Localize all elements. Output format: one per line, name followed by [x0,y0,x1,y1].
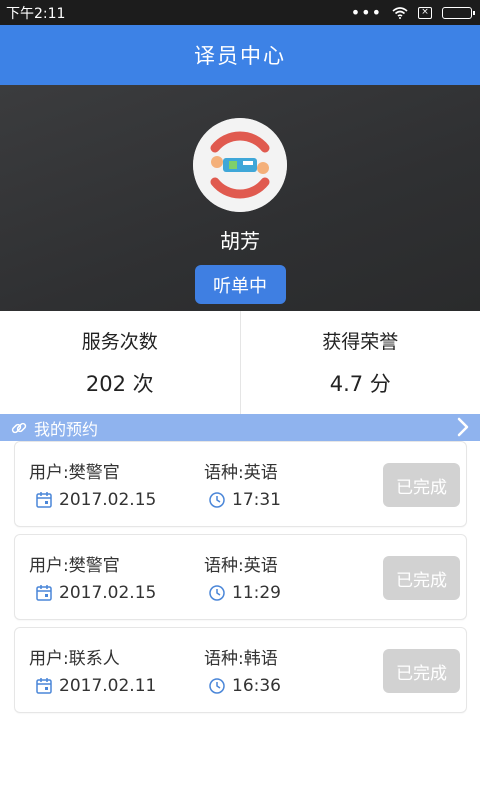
completed-button[interactable]: 已完成 [383,556,460,600]
appointment-language: 语种:英语 [204,463,278,483]
date-text: 2017.02.15 [59,583,157,603]
status-time: 下午2:11 [6,5,66,22]
time-text: 11:29 [232,583,281,603]
clock-icon [209,492,225,508]
status-icons: ••• × [350,2,475,22]
appointment-date: 2017.02.11 [35,676,156,696]
my-appointments-header[interactable]: 我的预约 [0,414,480,441]
no-sim-icon: × [418,6,432,19]
status-bar: 下午2:11 ••• × [0,0,480,25]
appointment-language: 语种:英语 [204,556,278,576]
appointment-list: 用户:樊警官 语种:英语 2017.02.15 17:31 已完成 用户:樊警官… [14,441,467,720]
appointment-card[interactable]: 用户:樊警官 语种:英语 2017.02.15 11:29 已完成 [14,534,467,620]
stats-panel: 服务次数 202 次 获得荣誉 4.7 分 [0,311,480,414]
wifi-icon [392,6,408,19]
stat-label: 获得荣誉 [322,331,399,353]
stat-rating: 获得荣誉 4.7 分 [241,311,480,414]
appointment-user: 用户:联系人 [29,649,120,669]
user-name: 胡芳 [220,229,260,253]
appointment-date: 2017.02.15 [35,583,156,603]
appointment-language: 语种:韩语 [204,649,278,669]
page-title: 译员中心 [194,44,286,68]
stat-service-count: 服务次数 202 次 [0,311,241,414]
time-text: 16:36 [232,676,281,696]
appointment-card[interactable]: 用户:联系人 语种:韩语 2017.02.11 16:36 已完成 [14,627,467,713]
title-bar: 译员中心 [0,25,480,85]
appointment-user: 用户:樊警官 [29,556,120,576]
calendar-icon [36,492,52,508]
link-icon [10,419,28,437]
appointment-card[interactable]: 用户:樊警官 语种:英语 2017.02.15 17:31 已完成 [14,441,467,527]
avatar[interactable] [193,118,287,212]
section-title: 我的预约 [34,419,99,439]
stat-value: 4.7 分 [329,372,391,396]
clock-icon [209,678,225,694]
date-text: 2017.02.11 [59,676,157,696]
appointment-time: 11:29 [208,583,281,603]
chevron-right-icon[interactable] [456,416,470,442]
calendar-icon [36,585,52,601]
completed-button[interactable]: 已完成 [383,649,460,693]
appointment-time: 17:31 [208,490,281,510]
profile-panel: 胡芳 听单中 [0,85,480,311]
time-text: 17:31 [232,490,281,510]
completed-button[interactable]: 已完成 [383,463,460,507]
battery-icon [442,6,475,19]
handshake-logo-icon [193,118,287,212]
listening-status-button[interactable]: 听单中 [194,265,286,304]
appointment-date: 2017.02.15 [35,490,156,510]
stat-value: 202 次 [85,372,154,396]
appointment-time: 16:36 [208,676,281,696]
calendar-icon [36,678,52,694]
more-dots-icon: ••• [350,2,382,22]
appointment-user: 用户:樊警官 [29,463,120,483]
clock-icon [209,585,225,601]
stat-label: 服务次数 [81,331,158,353]
date-text: 2017.02.15 [59,490,157,510]
